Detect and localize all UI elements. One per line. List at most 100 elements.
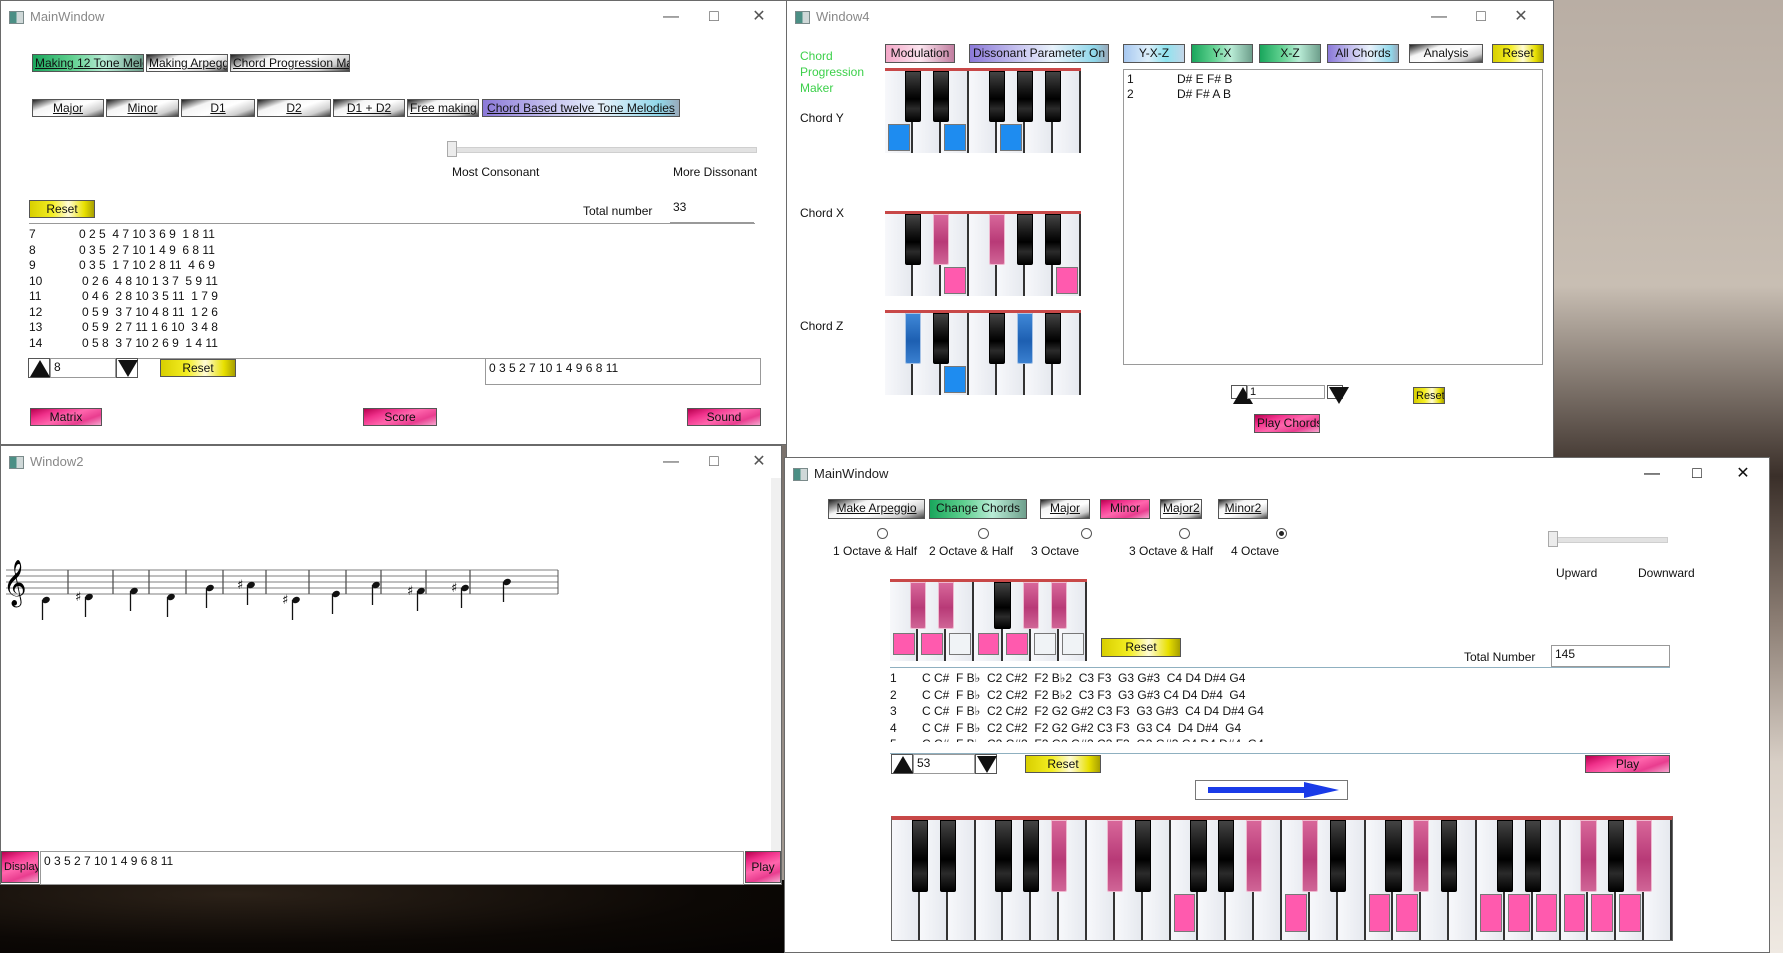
black-key-pink-highlighted[interactable] — [1301, 820, 1318, 892]
major2-button[interactable]: Major2 — [1160, 499, 1202, 519]
black-key-pink-highlighted[interactable] — [1106, 820, 1123, 892]
play-button[interactable]: Play — [745, 851, 781, 883]
sound-button[interactable]: Sound — [687, 408, 761, 426]
table-row[interactable]: 4 C C# F B♭ C2 C#2 F2 G2 G#2 C3 F3 G3 C4 … — [890, 720, 1670, 737]
table-row[interactable]: 2 C C# F B♭ C2 C#2 F2 B♭2 C3 F3 G3 G#3 C4… — [890, 687, 1670, 704]
modulation-button[interactable]: Modulation — [885, 44, 955, 63]
making-12-tone-melodies-button[interactable]: Making 12 Tone Melodies — [32, 54, 144, 72]
dissonant-parameter-button[interactable]: Dissonant Parameter On — [969, 44, 1109, 63]
black-key[interactable] — [1016, 214, 1034, 265]
row-number-field[interactable]: 8 — [50, 358, 116, 378]
black-key[interactable] — [1218, 820, 1235, 892]
arpeggio-list[interactable]: 1 C C# F B♭ C2 C#2 F2 B♭2 C3 F3 G3 G#3 C4… — [890, 670, 1670, 742]
direction-slider-track[interactable] — [1554, 537, 1668, 543]
black-key-pink-highlighted[interactable] — [988, 214, 1006, 265]
black-key[interactable] — [1044, 71, 1062, 122]
black-key[interactable] — [994, 582, 1011, 630]
spinner-up-button[interactable] — [891, 754, 913, 774]
table-row[interactable]: 13 0 5 9 2 7 11 1 6 10 3 4 8 — [29, 320, 755, 336]
black-key[interactable] — [1385, 820, 1402, 892]
chord-reset-button[interactable]: Reset — [1413, 387, 1445, 404]
black-key[interactable] — [988, 71, 1006, 122]
black-key[interactable] — [904, 214, 922, 265]
x-z-button[interactable]: X-Z — [1259, 44, 1321, 63]
play-button[interactable]: Play — [1585, 755, 1670, 773]
chord-keyboard[interactable] — [890, 579, 1087, 661]
black-key[interactable] — [995, 820, 1012, 892]
maximize-icon[interactable]: □ — [1471, 7, 1491, 27]
black-key[interactable] — [932, 313, 950, 364]
table-row[interactable]: 3 C C# F B♭ C2 C#2 F2 G2 G#2 C3 F3 G3 G#3… — [890, 703, 1670, 720]
total-number-field[interactable]: 145 — [1551, 645, 1670, 667]
spinner-reset-button[interactable]: Reset — [160, 359, 236, 377]
selected-series-field[interactable]: 0 3 5 2 7 10 1 4 9 6 8 11 — [485, 358, 761, 385]
black-key[interactable] — [1023, 820, 1040, 892]
table-row[interactable]: 8 0 3 5 2 7 10 1 4 9 6 8 11 — [29, 243, 755, 259]
octave-radio-4[interactable] — [1179, 528, 1190, 539]
black-key[interactable] — [1190, 820, 1207, 892]
free-making-button[interactable]: Free making — [407, 99, 479, 117]
black-key-pink-highlighted[interactable] — [1051, 820, 1068, 892]
minor-button[interactable]: Minor — [1100, 499, 1150, 519]
consonance-slider-thumb[interactable] — [447, 141, 457, 157]
matrix-button[interactable]: Matrix — [30, 408, 102, 426]
chord-progression-maker-button[interactable]: Chord Progression Maker — [230, 54, 350, 72]
chord-based-twelve-tone-button[interactable]: Chord Based twelve Tone Melodies — [482, 99, 680, 117]
all-chords-button[interactable]: All Chords — [1327, 44, 1399, 63]
black-key[interactable] — [1134, 820, 1151, 892]
chord-list[interactable]: 1 D# E F# B 2 D# F# A B — [1123, 69, 1543, 365]
minimize-icon[interactable]: — — [661, 7, 681, 27]
black-key[interactable] — [1044, 214, 1062, 265]
black-key-blue-highlighted[interactable] — [904, 313, 922, 364]
d2-button[interactable]: D2 — [257, 99, 331, 117]
black-key[interactable] — [1016, 71, 1034, 122]
change-chords-button[interactable]: Change Chords — [929, 499, 1027, 519]
chord-number-field[interactable]: 1 — [1247, 385, 1325, 399]
major-button[interactable]: Major — [1040, 499, 1090, 519]
minimize-icon[interactable]: — — [1429, 7, 1449, 27]
display-button[interactable]: Display — [1, 851, 39, 883]
spinner-reset-button[interactable]: Reset — [1025, 755, 1101, 773]
black-key-pink-highlighted[interactable] — [1413, 820, 1430, 892]
black-key[interactable] — [1496, 820, 1513, 892]
octave-radio-1[interactable] — [877, 528, 888, 539]
spinner-up-button[interactable] — [1231, 385, 1253, 404]
black-key-pink-highlighted[interactable] — [1022, 582, 1039, 630]
spinner-down-button[interactable] — [1327, 385, 1349, 404]
black-key-pink-highlighted[interactable] — [938, 582, 955, 630]
octave-radio-3[interactable] — [1081, 528, 1092, 539]
minor-button[interactable]: Minor — [106, 99, 179, 117]
total-number-field[interactable]: 33 — [670, 199, 754, 223]
minimize-icon[interactable]: — — [661, 452, 681, 472]
direction-slider-thumb[interactable] — [1548, 531, 1558, 547]
minimize-icon[interactable]: — — [1642, 464, 1662, 484]
black-key[interactable] — [904, 71, 922, 122]
four-octave-keyboard[interactable] — [891, 816, 1673, 941]
table-row[interactable]: 5C C# F B♭ C2 C#2 F2 G2 G#2 C3 F3 G3 G#3… — [890, 736, 1670, 742]
black-key[interactable] — [1608, 820, 1625, 892]
table-row[interactable]: 1 C C# F B♭ C2 C#2 F2 B♭2 C3 F3 G3 G#3 C4… — [890, 670, 1670, 687]
score-button[interactable]: Score — [363, 408, 437, 426]
black-key[interactable] — [911, 820, 928, 892]
close-icon[interactable]: ✕ — [1511, 7, 1531, 27]
major-button[interactable]: Major — [32, 99, 104, 117]
scrollbar[interactable] — [771, 478, 781, 868]
table-row[interactable]: 14 0 5 8 3 7 10 2 6 9 1 4 11 — [29, 336, 755, 352]
reset-button[interactable]: Reset — [29, 200, 95, 218]
play-chords-button[interactable]: Play Chords — [1254, 414, 1320, 433]
list-item[interactable]: 2 D# F# A B — [1127, 87, 1539, 102]
spinner-down-button[interactable] — [116, 358, 138, 378]
table-row[interactable]: 12 0 5 9 3 7 10 4 8 11 1 2 6 — [29, 305, 755, 321]
black-key-pink-highlighted[interactable] — [1580, 820, 1597, 892]
black-key[interactable] — [1329, 820, 1346, 892]
y-x-z-button[interactable]: Y-X-Z — [1123, 44, 1185, 63]
black-key-pink-highlighted[interactable] — [909, 582, 927, 630]
octave-radio-5[interactable] — [1276, 528, 1287, 539]
black-key[interactable] — [1441, 820, 1458, 892]
list-item[interactable]: 1 D# E F# B — [1127, 72, 1539, 87]
arpeggio-number-field[interactable]: 53 — [913, 754, 975, 774]
table-row[interactable]: 10 0 2 6 4 8 10 1 3 7 5 9 11 — [29, 274, 755, 290]
maximize-icon[interactable]: □ — [704, 7, 724, 27]
chord-x-keyboard[interactable] — [885, 211, 1081, 296]
spinner-up-button[interactable] — [28, 358, 50, 378]
